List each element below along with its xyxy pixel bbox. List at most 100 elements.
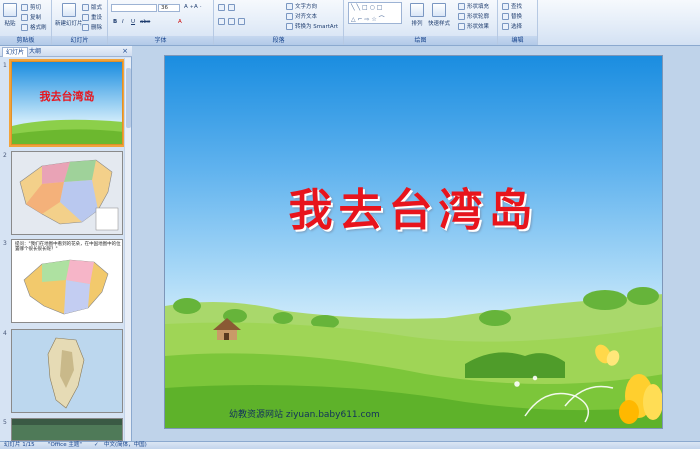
editing-group-label: 编辑 xyxy=(498,36,537,45)
editing-group: 查找 替换 选择 编辑 xyxy=(498,0,538,45)
panel-scrollbar[interactable] xyxy=(124,58,131,441)
fill-bucket-icon xyxy=(458,2,465,10)
effects-icon xyxy=(458,22,465,30)
slide-editing-area: 我去台湾岛 幼教资源网站 ziyuan.baby611.com xyxy=(133,46,700,441)
slides-group-label: 幻灯片 xyxy=(52,36,107,45)
delete-slide-button[interactable]: 删除 xyxy=(82,23,102,31)
slide-thumbnail-1[interactable]: 我去台湾岛 xyxy=(9,59,125,147)
arrange-button[interactable]: 排列 xyxy=(410,3,424,27)
panel-tabs: 幻灯片 大纲 × xyxy=(0,46,132,57)
reset-icon xyxy=(82,13,89,21)
close-icon[interactable]: × xyxy=(122,47,128,55)
cut-button[interactable]: 剪切 xyxy=(21,3,41,11)
new-slide-label: 新建幻灯片 xyxy=(55,21,83,27)
smartart-icon xyxy=(286,22,293,30)
slides-panel: 幻灯片 大纲 × 1 我去台湾岛 2 3 提问："我们在地图中看到的花朵，在中国… xyxy=(0,46,132,441)
slide-thumbnail-2[interactable] xyxy=(11,151,123,235)
clipboard-group: 粘贴 剪切 复制 格式刷 剪贴板 xyxy=(0,0,52,45)
italic-button[interactable]: I xyxy=(122,19,124,25)
quick-styles-label: 快速样式 xyxy=(428,21,451,27)
china-map-image xyxy=(23,259,109,315)
slide-thumbnail-5[interactable] xyxy=(11,418,123,441)
convert-smartart-label: 转换为 SmartArt xyxy=(295,24,339,30)
align-right-icon[interactable] xyxy=(238,18,245,25)
paragraph-group: 文字方向 对齐文本 转换为 SmartArt 段落 xyxy=(214,0,344,45)
shape-outline-button[interactable]: 形状轮廓 xyxy=(458,12,489,20)
brush-icon xyxy=(21,23,28,31)
drawing-group: ╲ ╲ □ ○ □ △ ⌐ ⇨ ☆ ⌒ 排列 快速样式 形状填充 形状轮廓 形状… xyxy=(344,0,498,45)
pen-icon xyxy=(458,12,465,20)
scrollbar-thumb[interactable] xyxy=(126,68,131,128)
align-text-button[interactable]: 对齐文本 xyxy=(286,12,317,20)
find-button[interactable]: 查找 xyxy=(502,2,522,10)
binoculars-icon xyxy=(502,2,509,10)
clipboard-group-label: 剪贴板 xyxy=(0,36,51,45)
cut-label: 剪切 xyxy=(30,5,42,11)
scissors-icon xyxy=(21,3,28,11)
shape-outline-label: 形状轮廓 xyxy=(467,14,490,20)
meadow-background xyxy=(165,287,662,428)
strikethrough-button[interactable]: abe xyxy=(140,19,150,25)
paste-button[interactable]: 粘贴 xyxy=(3,3,17,27)
slide-title[interactable]: 我去台湾岛 xyxy=(165,174,662,238)
bullets-icon[interactable] xyxy=(218,4,225,11)
select-button[interactable]: 选择 xyxy=(502,22,522,30)
thumb-number: 3 xyxy=(3,240,7,247)
convert-smartart-button[interactable]: 转换为 SmartArt xyxy=(286,22,338,30)
reset-button[interactable]: 重设 xyxy=(82,13,102,21)
text-direction-button[interactable]: 文字方向 xyxy=(286,2,317,10)
font-color-button[interactable]: A xyxy=(178,19,182,25)
copy-button[interactable]: 复制 xyxy=(21,13,41,21)
slides-group: 新建幻灯片 版式 重设 删除 幻灯片 xyxy=(52,0,108,45)
format-painter-label: 格式刷 xyxy=(30,25,47,31)
font-group-label: 字体 xyxy=(108,36,213,45)
line-shape-icon: ╲ ╲ □ ○ □ xyxy=(351,4,383,11)
shape-fill-label: 形状填充 xyxy=(467,4,490,10)
font-name-dropdown[interactable] xyxy=(111,4,157,12)
shape-effects-button[interactable]: 形状效果 xyxy=(458,22,489,30)
tab-slides[interactable]: 幻灯片 xyxy=(2,47,29,57)
align-left-icon[interactable] xyxy=(218,18,225,25)
slide-counter: 幻灯片 1/15 xyxy=(4,442,35,448)
arrow-shape-icon: △ ⌐ ⇨ ☆ ⌒ xyxy=(351,16,385,23)
paste-icon xyxy=(3,3,17,17)
layout-icon xyxy=(82,3,89,11)
tab-outline[interactable]: 大纲 xyxy=(26,47,44,57)
numbering-icon[interactable] xyxy=(228,4,235,11)
format-painter-button[interactable]: 格式刷 xyxy=(21,23,47,31)
grow-font-icon[interactable]: A + xyxy=(184,4,194,10)
bold-button[interactable]: B xyxy=(113,19,117,25)
shape-fill-button[interactable]: 形状填充 xyxy=(458,2,489,10)
layout-button[interactable]: 版式 xyxy=(82,3,102,11)
language-indicator[interactable]: 中文(简体，中国) xyxy=(104,442,147,449)
replace-icon xyxy=(502,12,509,20)
align-center-icon[interactable] xyxy=(228,18,235,25)
layout-label: 版式 xyxy=(91,5,103,11)
paste-label: 粘贴 xyxy=(4,21,16,27)
copy-icon xyxy=(21,13,28,21)
font-group: 36 A + A- B I U abe A 字体 xyxy=(108,0,214,45)
spellcheck-icon[interactable]: ✓ xyxy=(94,442,99,449)
new-slide-button[interactable]: 新建幻灯片 xyxy=(55,3,83,27)
thumb-1-title: 我去台湾岛 xyxy=(39,90,95,103)
reset-label: 重设 xyxy=(91,15,103,21)
font-size-dropdown[interactable]: 36 xyxy=(158,4,180,12)
quick-styles-button[interactable]: 快速样式 xyxy=(428,3,450,27)
slide-thumbnail-3[interactable]: 提问："我们在地图中看到的花朵，在中国地图中的位置哪个很长很长呢？" xyxy=(11,239,123,323)
thumb-number: 4 xyxy=(3,330,7,337)
drawing-group-label: 绘图 xyxy=(344,36,497,45)
align-text-label: 对齐文本 xyxy=(295,14,318,20)
arrange-label: 排列 xyxy=(411,21,423,27)
thumb-5-image xyxy=(12,419,122,440)
current-slide[interactable]: 我去台湾岛 幼教资源网站 ziyuan.baby611.com xyxy=(164,55,663,429)
taiwan-map-image xyxy=(12,330,122,412)
slide-thumbnail-4[interactable] xyxy=(11,329,123,413)
arrange-icon xyxy=(410,3,424,17)
replace-button[interactable]: 替换 xyxy=(502,12,522,20)
shapes-gallery[interactable]: ╲ ╲ □ ○ □ △ ⌐ ⇨ ☆ ⌒ xyxy=(348,2,402,24)
thumb-number: 5 xyxy=(3,419,7,426)
status-bar: 幻灯片 1/15 "Office 主题" ✓ 中文(简体，中国) xyxy=(0,441,700,449)
shrink-font-icon[interactable]: A- xyxy=(194,4,201,10)
underline-button[interactable]: U xyxy=(131,19,135,25)
slide-footer-text[interactable]: 幼教资源网站 ziyuan.baby611.com xyxy=(229,407,380,420)
